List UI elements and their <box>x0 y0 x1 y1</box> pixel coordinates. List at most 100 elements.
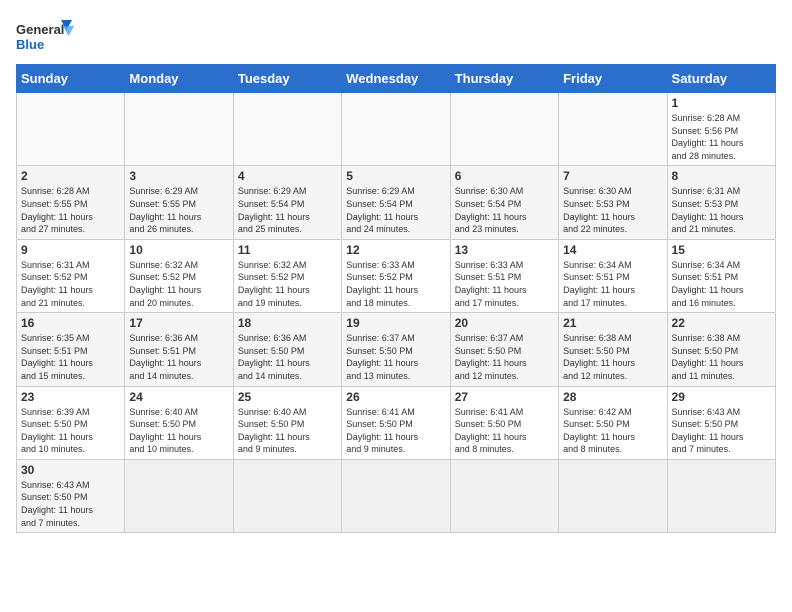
calendar-cell: 2 Sunrise: 6:28 AM Sunset: 5:55 PM Daylig… <box>17 166 125 239</box>
day-info: Sunrise: 6:43 AM Sunset: 5:50 PM Dayligh… <box>672 406 771 456</box>
day-info: Sunrise: 6:34 AM Sunset: 5:51 PM Dayligh… <box>672 259 771 309</box>
day-info: Sunrise: 6:36 AM Sunset: 5:50 PM Dayligh… <box>238 332 337 382</box>
day-number: 2 <box>21 169 120 183</box>
day-number: 25 <box>238 390 337 404</box>
calendar-cell: 20 Sunrise: 6:37 AM Sunset: 5:50 PM Dayli… <box>450 313 558 386</box>
calendar-cell: 22 Sunrise: 6:38 AM Sunset: 5:50 PM Dayli… <box>667 313 775 386</box>
day-number: 3 <box>129 169 228 183</box>
day-info: Sunrise: 6:28 AM Sunset: 5:55 PM Dayligh… <box>21 185 120 235</box>
svg-text:General: General <box>16 22 64 37</box>
calendar-week-row: 2 Sunrise: 6:28 AM Sunset: 5:55 PM Daylig… <box>17 166 776 239</box>
calendar-cell: 17 Sunrise: 6:36 AM Sunset: 5:51 PM Dayli… <box>125 313 233 386</box>
day-info: Sunrise: 6:40 AM Sunset: 5:50 PM Dayligh… <box>129 406 228 456</box>
day-info: Sunrise: 6:39 AM Sunset: 5:50 PM Dayligh… <box>21 406 120 456</box>
calendar-cell <box>450 459 558 532</box>
day-info: Sunrise: 6:34 AM Sunset: 5:51 PM Dayligh… <box>563 259 662 309</box>
calendar-cell: 19 Sunrise: 6:37 AM Sunset: 5:50 PM Dayli… <box>342 313 450 386</box>
day-info: Sunrise: 6:33 AM Sunset: 5:51 PM Dayligh… <box>455 259 554 309</box>
day-number: 12 <box>346 243 445 257</box>
calendar-header-row: SundayMondayTuesdayWednesdayThursdayFrid… <box>17 65 776 93</box>
calendar-cell: 18 Sunrise: 6:36 AM Sunset: 5:50 PM Dayli… <box>233 313 341 386</box>
day-info: Sunrise: 6:31 AM Sunset: 5:52 PM Dayligh… <box>21 259 120 309</box>
day-info: Sunrise: 6:32 AM Sunset: 5:52 PM Dayligh… <box>129 259 228 309</box>
day-info: Sunrise: 6:37 AM Sunset: 5:50 PM Dayligh… <box>346 332 445 382</box>
calendar-cell <box>667 459 775 532</box>
day-number: 26 <box>346 390 445 404</box>
column-header-friday: Friday <box>559 65 667 93</box>
calendar-cell <box>342 93 450 166</box>
day-info: Sunrise: 6:42 AM Sunset: 5:50 PM Dayligh… <box>563 406 662 456</box>
day-info: Sunrise: 6:43 AM Sunset: 5:50 PM Dayligh… <box>21 479 120 529</box>
day-info: Sunrise: 6:35 AM Sunset: 5:51 PM Dayligh… <box>21 332 120 382</box>
day-info: Sunrise: 6:29 AM Sunset: 5:54 PM Dayligh… <box>346 185 445 235</box>
day-number: 8 <box>672 169 771 183</box>
day-number: 5 <box>346 169 445 183</box>
calendar-cell: 16Sunrise: 6:35 AM Sunset: 5:51 PM Dayli… <box>17 313 125 386</box>
calendar-cell: 4Sunrise: 6:29 AM Sunset: 5:54 PM Daylig… <box>233 166 341 239</box>
day-number: 10 <box>129 243 228 257</box>
calendar-cell <box>450 93 558 166</box>
calendar-cell: 12 Sunrise: 6:33 AM Sunset: 5:52 PM Dayli… <box>342 239 450 312</box>
day-number: 22 <box>672 316 771 330</box>
day-info: Sunrise: 6:38 AM Sunset: 5:50 PM Dayligh… <box>672 332 771 382</box>
day-number: 19 <box>346 316 445 330</box>
day-info: Sunrise: 6:41 AM Sunset: 5:50 PM Dayligh… <box>346 406 445 456</box>
day-number: 24 <box>129 390 228 404</box>
calendar-cell: 1 Sunrise: 6:28 AM Sunset: 5:56 PM Daylig… <box>667 93 775 166</box>
calendar-cell <box>125 93 233 166</box>
column-header-saturday: Saturday <box>667 65 775 93</box>
day-number: 14 <box>563 243 662 257</box>
day-number: 27 <box>455 390 554 404</box>
calendar-week-row: 23Sunrise: 6:39 AM Sunset: 5:50 PM Dayli… <box>17 386 776 459</box>
calendar-cell <box>125 459 233 532</box>
calendar-cell: 7 Sunrise: 6:30 AM Sunset: 5:53 PM Daylig… <box>559 166 667 239</box>
day-number: 29 <box>672 390 771 404</box>
calendar-cell: 28Sunrise: 6:42 AM Sunset: 5:50 PM Dayli… <box>559 386 667 459</box>
calendar-cell: 15 Sunrise: 6:34 AM Sunset: 5:51 PM Dayli… <box>667 239 775 312</box>
svg-text:Blue: Blue <box>16 37 44 52</box>
day-number: 21 <box>563 316 662 330</box>
day-number: 18 <box>238 316 337 330</box>
calendar-cell: 13 Sunrise: 6:33 AM Sunset: 5:51 PM Dayli… <box>450 239 558 312</box>
column-header-sunday: Sunday <box>17 65 125 93</box>
day-number: 1 <box>672 96 771 110</box>
logo-svg: General Blue <box>16 16 76 56</box>
calendar-cell: 8Sunrise: 6:31 AM Sunset: 5:53 PM Daylig… <box>667 166 775 239</box>
day-info: Sunrise: 6:28 AM Sunset: 5:56 PM Dayligh… <box>672 112 771 162</box>
calendar: SundayMondayTuesdayWednesdayThursdayFrid… <box>16 64 776 533</box>
day-info: Sunrise: 6:29 AM Sunset: 5:54 PM Dayligh… <box>238 185 337 235</box>
logo: General Blue <box>16 16 76 56</box>
calendar-cell <box>559 93 667 166</box>
day-number: 7 <box>563 169 662 183</box>
day-info: Sunrise: 6:30 AM Sunset: 5:54 PM Dayligh… <box>455 185 554 235</box>
day-number: 17 <box>129 316 228 330</box>
calendar-cell: 24 Sunrise: 6:40 AM Sunset: 5:50 PM Dayli… <box>125 386 233 459</box>
day-info: Sunrise: 6:41 AM Sunset: 5:50 PM Dayligh… <box>455 406 554 456</box>
calendar-cell <box>17 93 125 166</box>
day-number: 11 <box>238 243 337 257</box>
day-info: Sunrise: 6:36 AM Sunset: 5:51 PM Dayligh… <box>129 332 228 382</box>
day-number: 6 <box>455 169 554 183</box>
day-info: Sunrise: 6:30 AM Sunset: 5:53 PM Dayligh… <box>563 185 662 235</box>
day-number: 9 <box>21 243 120 257</box>
day-number: 30 <box>21 463 120 477</box>
calendar-cell: 11Sunrise: 6:32 AM Sunset: 5:52 PM Dayli… <box>233 239 341 312</box>
calendar-cell <box>233 459 341 532</box>
column-header-thursday: Thursday <box>450 65 558 93</box>
calendar-cell: 14 Sunrise: 6:34 AM Sunset: 5:51 PM Dayli… <box>559 239 667 312</box>
day-number: 13 <box>455 243 554 257</box>
calendar-cell <box>559 459 667 532</box>
day-info: Sunrise: 6:33 AM Sunset: 5:52 PM Dayligh… <box>346 259 445 309</box>
calendar-cell: 26 Sunrise: 6:41 AM Sunset: 5:50 PM Dayli… <box>342 386 450 459</box>
day-info: Sunrise: 6:29 AM Sunset: 5:55 PM Dayligh… <box>129 185 228 235</box>
calendar-cell: 25Sunrise: 6:40 AM Sunset: 5:50 PM Dayli… <box>233 386 341 459</box>
calendar-cell: 9 Sunrise: 6:31 AM Sunset: 5:52 PM Daylig… <box>17 239 125 312</box>
calendar-cell: 10 Sunrise: 6:32 AM Sunset: 5:52 PM Dayli… <box>125 239 233 312</box>
day-info: Sunrise: 6:38 AM Sunset: 5:50 PM Dayligh… <box>563 332 662 382</box>
day-number: 15 <box>672 243 771 257</box>
day-number: 20 <box>455 316 554 330</box>
calendar-cell <box>233 93 341 166</box>
calendar-cell: 27 Sunrise: 6:41 AM Sunset: 5:50 PM Dayli… <box>450 386 558 459</box>
day-info: Sunrise: 6:37 AM Sunset: 5:50 PM Dayligh… <box>455 332 554 382</box>
calendar-cell: 6 Sunrise: 6:30 AM Sunset: 5:54 PM Daylig… <box>450 166 558 239</box>
